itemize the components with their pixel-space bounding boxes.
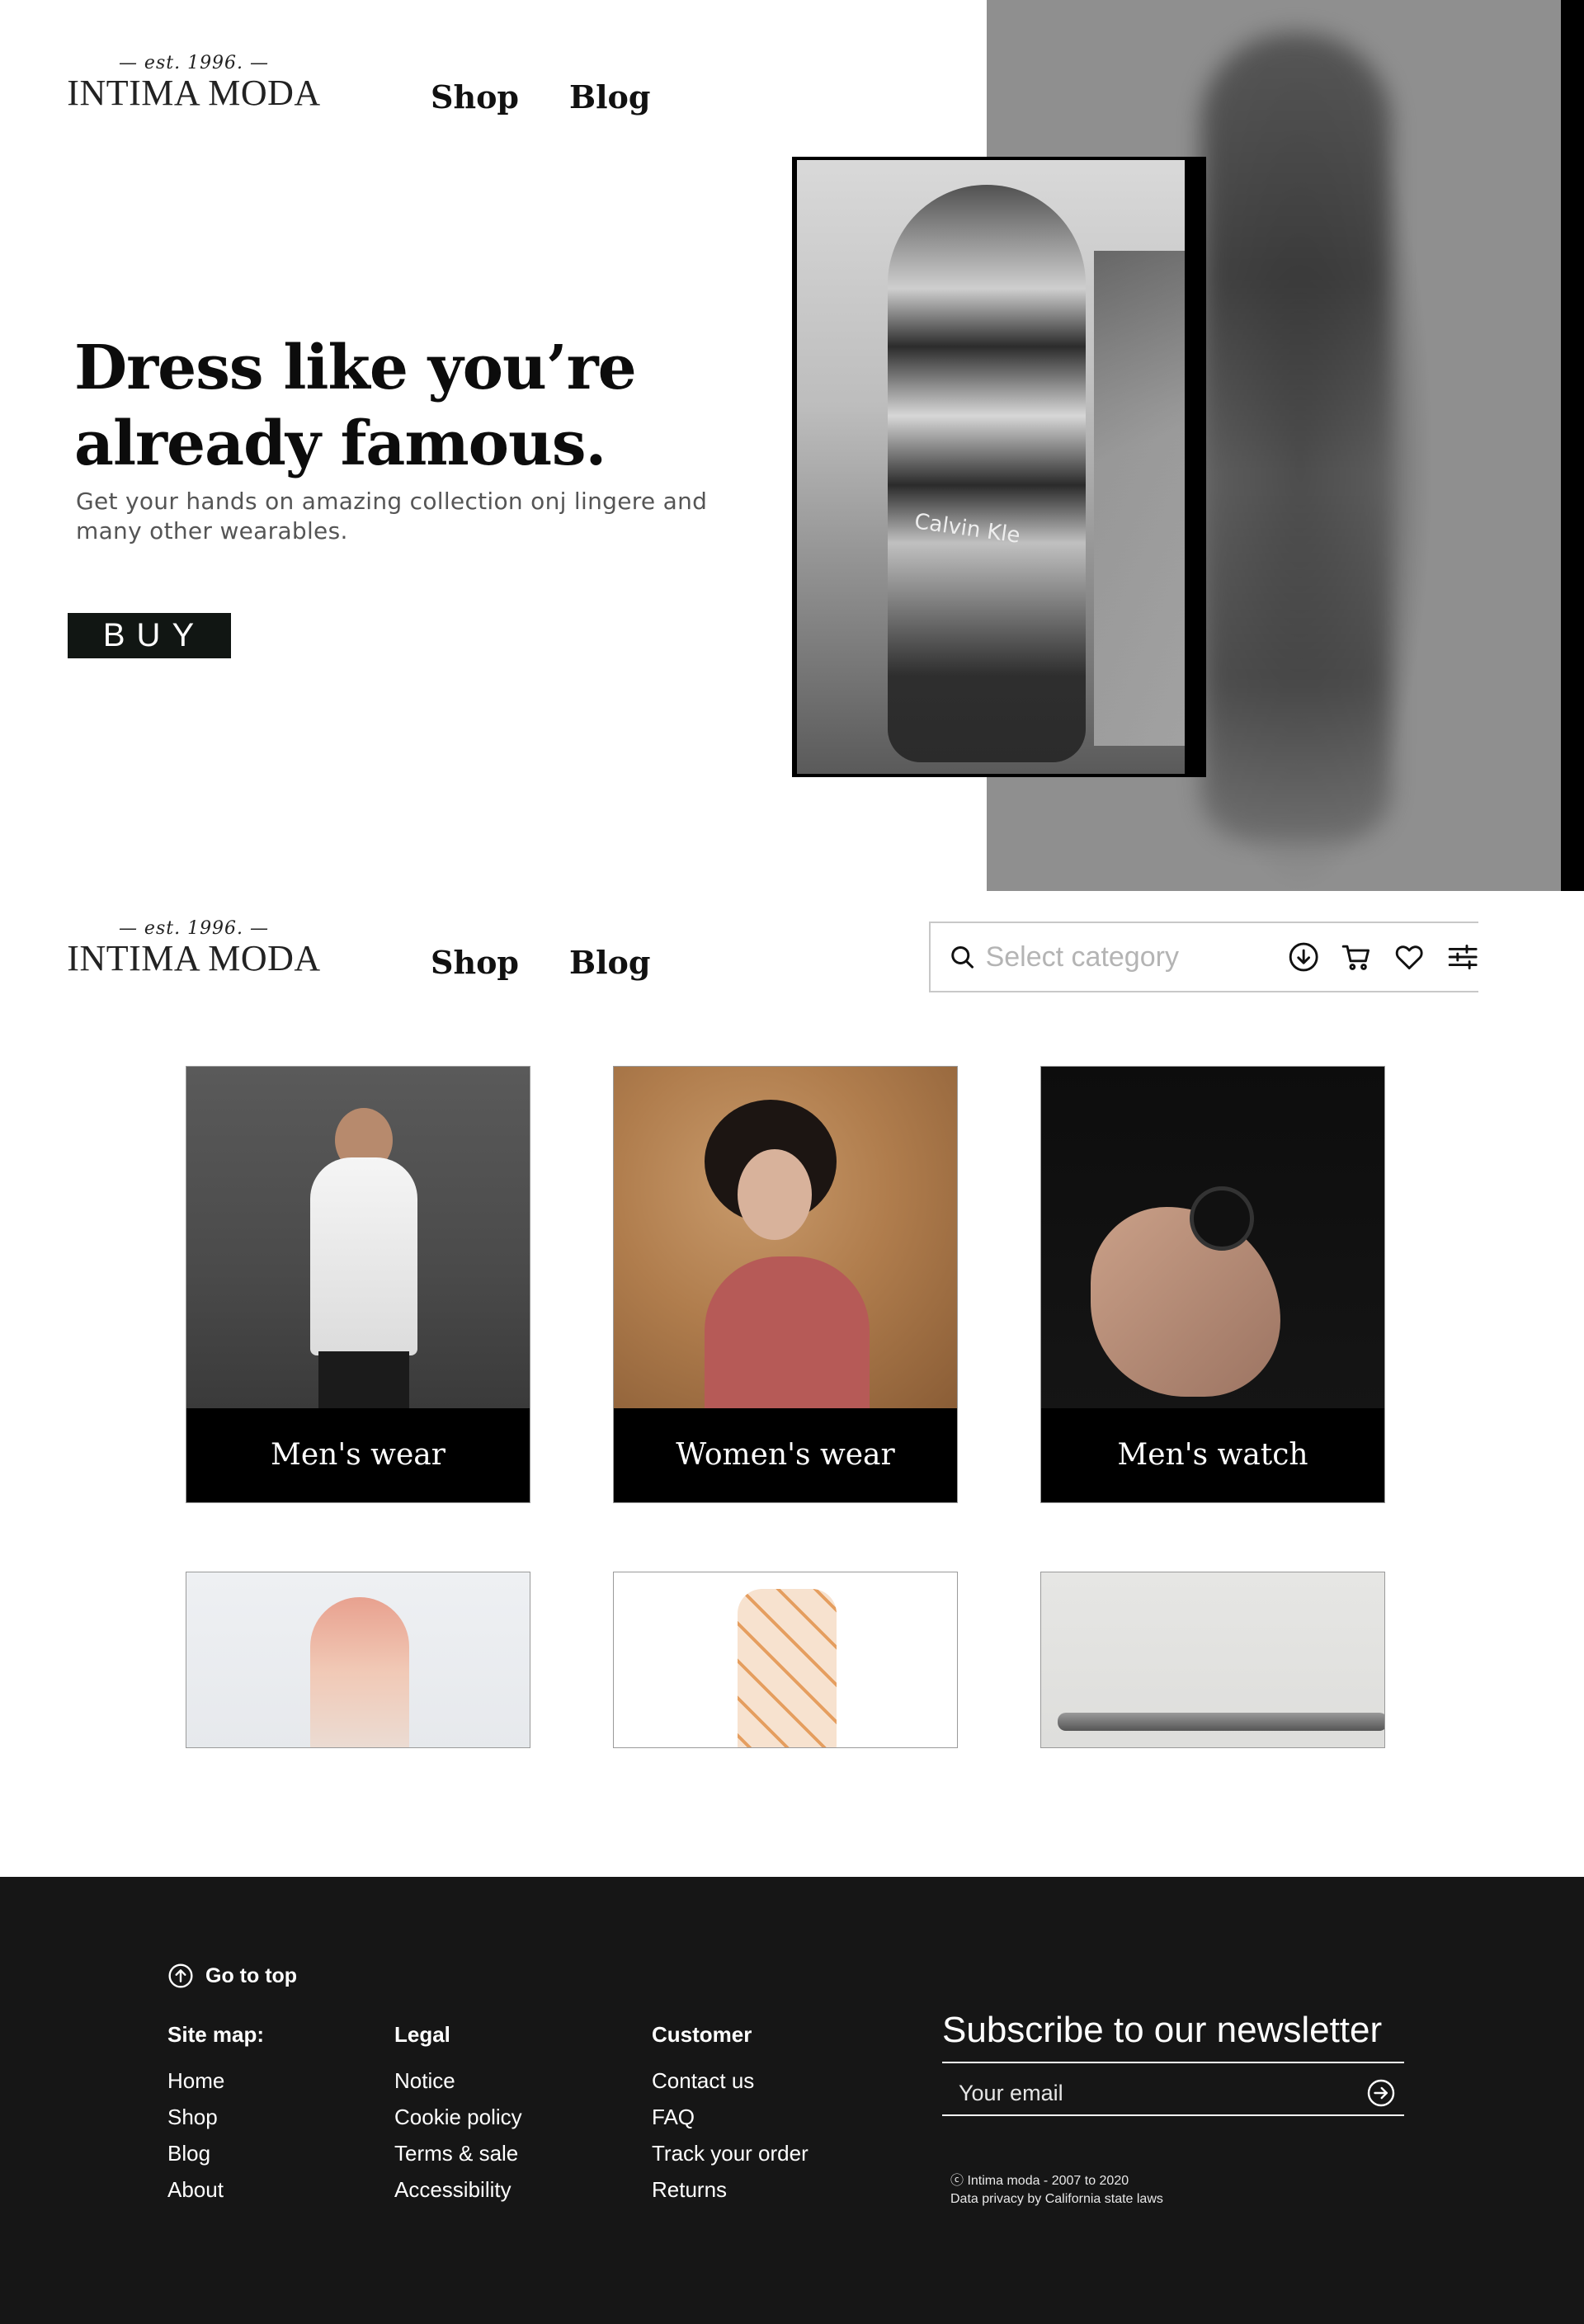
category-label: Women's wear bbox=[614, 1408, 957, 1502]
footer-link-returns[interactable]: Returns bbox=[652, 2177, 808, 2202]
logo-secondary[interactable]: — est. 1996. — INTIMA MODA bbox=[59, 918, 328, 978]
blurred-model-image bbox=[1201, 33, 1391, 841]
hero-photo: Calvin Kle bbox=[792, 157, 1206, 777]
footer-link-shop[interactable]: Shop bbox=[167, 2105, 264, 2129]
footer-link-about[interactable]: About bbox=[167, 2177, 264, 2202]
logo[interactable]: — est. 1996. — INTIMA MODA bbox=[59, 53, 328, 112]
footer-link-cookie-policy[interactable]: Cookie policy bbox=[394, 2105, 522, 2129]
arrow-right-circle-icon[interactable] bbox=[1366, 2078, 1396, 2108]
hero-subtitle: Get your hands on amazing collection onj… bbox=[76, 487, 736, 546]
footer-link-home[interactable]: Home bbox=[167, 2068, 264, 2093]
search-bar bbox=[929, 922, 1478, 992]
copyright-line2: Data privacy by California state laws bbox=[950, 2192, 1163, 2206]
nav-shop[interactable]: Shop bbox=[431, 78, 519, 117]
footer-link-notice[interactable]: Notice bbox=[394, 2068, 522, 2093]
category-card-partial-1[interactable] bbox=[186, 1572, 530, 1748]
nav-blog[interactable]: Blog bbox=[569, 78, 650, 117]
nav-blog-secondary[interactable]: Blog bbox=[569, 943, 650, 983]
footer-customer: Customer Contact us FAQ Track your order… bbox=[652, 2022, 808, 2213]
category-card-womens-wear[interactable]: Women's wear bbox=[613, 1066, 958, 1503]
heart-icon[interactable] bbox=[1393, 940, 1425, 973]
newsletter-field bbox=[942, 2072, 1404, 2116]
filter-icon[interactable] bbox=[1447, 940, 1478, 973]
category-label: Men's wear bbox=[186, 1408, 530, 1502]
arrow-up-circle-icon bbox=[168, 1963, 193, 1988]
footer-customer-title: Customer bbox=[652, 2022, 752, 2047]
category-card-mens-wear[interactable]: Men's wear bbox=[186, 1066, 530, 1503]
footer-sitemap-title: Site map: bbox=[167, 2022, 265, 2047]
footer-legal: Legal Notice Cookie policy Terms & sale … bbox=[394, 2022, 522, 2213]
footer-link-contact-us[interactable]: Contact us bbox=[652, 2068, 808, 2093]
copyright: ⓒ Intima moda - 2007 to 2020 Data privac… bbox=[950, 2172, 1163, 2209]
product-image bbox=[614, 1572, 957, 1747]
category-label: Men's watch bbox=[1041, 1408, 1384, 1502]
hero-title-line1: Dress like you’re bbox=[74, 332, 637, 403]
product-image bbox=[1041, 1572, 1384, 1747]
copyright-line1: ⓒ Intima moda - 2007 to 2020 bbox=[950, 2174, 1129, 2188]
buy-button[interactable]: BUY bbox=[68, 613, 231, 658]
hero-title-line2: already famous. bbox=[74, 408, 606, 479]
category-card-mens-watch[interactable]: Men's watch bbox=[1040, 1066, 1385, 1503]
mens-watch-image bbox=[1041, 1067, 1384, 1410]
newsletter-title: Subscribe to our newsletter bbox=[942, 2010, 1383, 2050]
product-image bbox=[186, 1572, 530, 1747]
mens-wear-image bbox=[186, 1067, 530, 1410]
hero-photo-image: Calvin Kle bbox=[797, 160, 1185, 774]
logo-name: INTIMA MODA bbox=[67, 73, 321, 113]
footer-link-accessibility[interactable]: Accessibility bbox=[394, 2177, 522, 2202]
footer-link-terms-sale[interactable]: Terms & sale bbox=[394, 2141, 522, 2166]
hero-title: Dress like you’re already famous. bbox=[74, 330, 817, 482]
footer-link-track-order[interactable]: Track your order bbox=[652, 2141, 808, 2166]
footer-sitemap: Site map: Home Shop Blog About bbox=[167, 2022, 264, 2213]
search-input[interactable] bbox=[985, 940, 1266, 973]
category-card-partial-3[interactable] bbox=[1040, 1572, 1385, 1748]
footer: Go to top Site map: Home Shop Blog About… bbox=[0, 1877, 1584, 2324]
hero-subtitle-line1: Get your hands on amazing collection onj… bbox=[76, 488, 708, 515]
footer-link-blog[interactable]: Blog bbox=[167, 2141, 264, 2166]
newsletter-divider bbox=[942, 2062, 1404, 2063]
footer-legal-title: Legal bbox=[394, 2022, 450, 2047]
go-to-top-label: Go to top bbox=[205, 1963, 298, 1987]
logo-name: INTIMA MODA bbox=[67, 938, 321, 978]
logo-est: — est. 1996. — bbox=[118, 918, 270, 939]
hero-background-edge bbox=[1561, 0, 1584, 891]
nav-shop-secondary[interactable]: Shop bbox=[431, 943, 519, 983]
logo-est: — est. 1996. — bbox=[118, 53, 270, 73]
download-icon[interactable] bbox=[1288, 940, 1319, 973]
category-card-partial-2[interactable] bbox=[613, 1572, 958, 1748]
newsletter-email-input[interactable] bbox=[942, 2080, 1366, 2106]
hero-photo-brand-text: Calvin Kle bbox=[912, 509, 1022, 549]
hero-subtitle-line2: many other wearables. bbox=[76, 517, 348, 544]
cart-icon[interactable] bbox=[1341, 940, 1372, 973]
search-icon[interactable] bbox=[949, 943, 976, 971]
footer-link-faq[interactable]: FAQ bbox=[652, 2105, 808, 2129]
go-to-top-link[interactable]: Go to top bbox=[167, 1963, 297, 1989]
womens-wear-image bbox=[614, 1067, 957, 1410]
